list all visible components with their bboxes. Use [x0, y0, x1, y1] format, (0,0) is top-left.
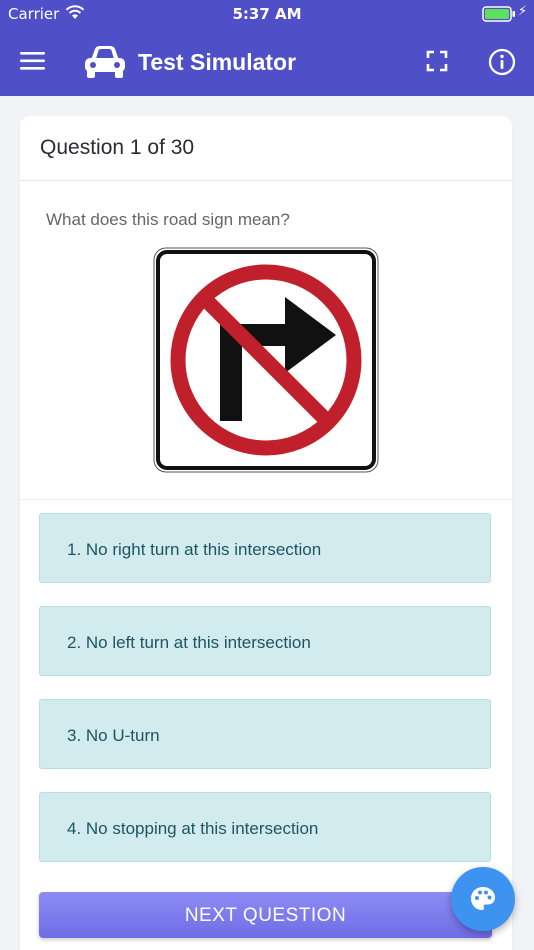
- next-question-button[interactable]: NEXT QUESTION: [39, 892, 492, 938]
- battery-icon: [482, 6, 516, 26]
- answer-option[interactable]: 4. No stopping at this intersection: [39, 792, 491, 862]
- theme-fab-button[interactable]: [451, 867, 515, 931]
- car-icon: [82, 44, 128, 85]
- no-right-turn-sign-image: [153, 247, 379, 478]
- divider: [20, 499, 512, 500]
- answer-option-label: 3. No U-turn: [67, 726, 160, 745]
- question-header: Question 1 of 30: [20, 116, 512, 181]
- answer-option[interactable]: 3. No U-turn: [39, 699, 491, 769]
- answer-option-label: 4. No stopping at this intersection: [67, 819, 319, 838]
- app-header: Test Simulator: [0, 28, 534, 96]
- question-counter: Question 1 of 30: [40, 136, 195, 159]
- status-bar: Carrier 5:37 AM ⚡: [0, 0, 534, 28]
- info-icon[interactable]: [488, 48, 516, 81]
- question-prompt: What does this road sign mean?: [46, 210, 290, 229]
- menu-icon[interactable]: [20, 51, 46, 76]
- answer-option[interactable]: 2. No left turn at this intersection: [39, 606, 491, 676]
- fullscreen-icon[interactable]: [426, 50, 448, 77]
- answer-option[interactable]: 1. No right turn at this intersection: [39, 513, 491, 583]
- question-card: Question 1 of 30 What does this road sig…: [20, 116, 512, 950]
- clock: 5:37 AM: [232, 5, 302, 23]
- answer-option-label: 1. No right turn at this intersection: [67, 540, 322, 559]
- app-title: Test Simulator: [138, 49, 297, 75]
- charging-icon: ⚡: [518, 4, 528, 19]
- answer-option-label: 2. No left turn at this intersection: [67, 633, 311, 652]
